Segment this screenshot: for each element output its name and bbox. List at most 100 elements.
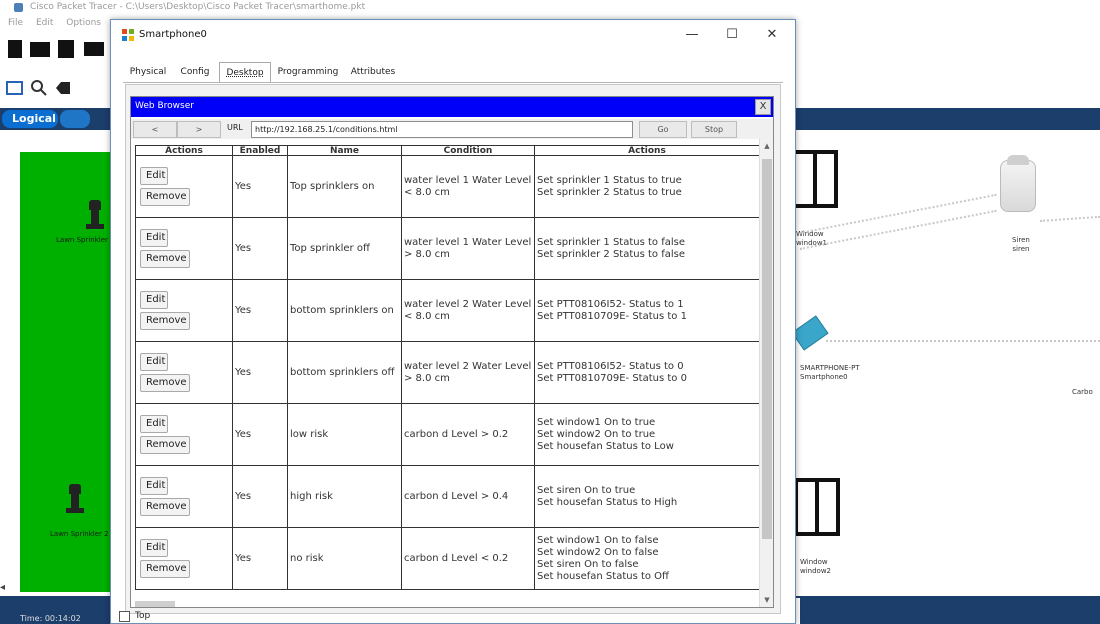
maximize-button[interactable]: ☐ <box>717 24 747 46</box>
browser-close-button[interactable]: X <box>755 99 771 115</box>
scroll-up-arrow[interactable]: ▲ <box>760 139 773 153</box>
actions-cell: Set PTT08106I52- Status to 1 Set PTT0810… <box>534 279 760 342</box>
remove-button[interactable]: Remove <box>140 498 190 516</box>
edit-button[interactable]: Edit <box>140 291 168 309</box>
remove-button[interactable]: Remove <box>140 188 190 206</box>
scroll-down-arrow[interactable]: ▼ <box>760 593 773 607</box>
top-checkbox[interactable] <box>119 611 130 622</box>
edit-toolbar <box>0 74 120 102</box>
vertical-scrollbar[interactable]: ▲ ▼ <box>759 139 773 607</box>
search-icon[interactable] <box>30 79 48 97</box>
actions-cell: Set window1 On to true Set window2 On to… <box>534 403 760 466</box>
open-folder-icon[interactable] <box>30 42 50 57</box>
smartphone-label: SMARTPHONE-PT Smartphone0 <box>800 364 860 381</box>
row-actions-cell: Edit Remove <box>135 217 233 280</box>
edit-button[interactable]: Edit <box>140 477 168 495</box>
window1-icon[interactable] <box>792 150 838 208</box>
name-cell: Top sprinkler off <box>287 217 402 280</box>
table-row: Edit Remove Yes bottom sprinklers on water l… <box>135 279 760 342</box>
edit-button[interactable]: Edit <box>140 539 168 557</box>
main-toolbar <box>0 34 120 72</box>
name-cell: high risk <box>287 465 402 528</box>
tab-desktop[interactable]: Desktop <box>219 62 271 82</box>
column-header: Actions <box>534 145 760 156</box>
save-icon[interactable] <box>58 40 74 58</box>
select-icon[interactable] <box>6 80 24 96</box>
table-row: Edit Remove Yes Top sprinklers on water leve… <box>135 155 760 218</box>
print-icon[interactable] <box>84 42 104 56</box>
lawn-sprinkler-2-label: Lawn Sprinkler 2 <box>50 530 109 538</box>
condition-cell: water level 2 Water Level < 8.0 cm <box>401 279 535 342</box>
condition-cell: carbon d Level > 0.2 <box>401 403 535 466</box>
name-cell: Top sprinklers on <box>287 155 402 218</box>
column-header: Enabled <box>232 145 288 156</box>
siren-icon[interactable] <box>1000 155 1036 212</box>
edit-button[interactable]: Edit <box>140 167 168 185</box>
url-input[interactable] <box>251 121 633 138</box>
window2-label: Window window2 <box>800 558 832 575</box>
remove-button[interactable]: Remove <box>140 374 190 392</box>
remove-button[interactable]: Remove <box>140 312 190 330</box>
remove-button[interactable]: Remove <box>140 560 190 578</box>
scroll-left-arrow[interactable]: ◂ <box>0 582 14 596</box>
packet-tracer-icon <box>14 3 23 12</box>
menu-edit[interactable]: Edit <box>36 18 53 28</box>
table-row: Edit Remove Yes Top sprinkler off water leve… <box>135 217 760 280</box>
siren-label: Siren siren <box>1012 236 1030 253</box>
stop-button[interactable]: Stop <box>691 121 737 138</box>
browser-content: Actions Enabled Name Condition Actions E… <box>131 139 773 607</box>
actions-cell: Set PTT08106I52- Status to 0 Set PTT0810… <box>534 341 760 404</box>
tab-config[interactable]: Config <box>173 62 217 82</box>
close-button[interactable]: ✕ <box>757 24 787 46</box>
row-actions-cell: Edit Remove <box>135 279 233 342</box>
menu-file[interactable]: File <box>8 18 23 28</box>
edit-button[interactable]: Edit <box>140 353 168 371</box>
table-row: Edit Remove Yes bottom sprinklers off water … <box>135 341 760 404</box>
logical-view-tab[interactable]: Logical <box>2 110 58 128</box>
browser-titlebar: Web Browser X <box>131 97 773 117</box>
remove-button[interactable]: Remove <box>140 436 190 454</box>
packet-tracer-icon <box>122 29 134 41</box>
menu-bar: File Edit Options <box>0 14 120 32</box>
new-file-icon[interactable] <box>8 40 22 58</box>
actions-cell: Set window1 On to false Set window2 On t… <box>534 527 760 590</box>
back-button[interactable]: < <box>133 121 177 138</box>
window-titlebar[interactable]: Smartphone0 — ☐ ✕ <box>111 20 795 50</box>
row-actions-cell: Edit Remove <box>135 341 233 404</box>
edit-button[interactable]: Edit <box>140 229 168 247</box>
lawn-sprinkler-icon[interactable] <box>86 200 104 230</box>
table-row: Edit Remove Yes high risk carbon d Level > 0… <box>135 465 760 528</box>
remove-button[interactable]: Remove <box>140 250 190 268</box>
web-browser: Web Browser X < > URL Go Stop Actions En… <box>130 96 774 608</box>
edit-button[interactable]: Edit <box>140 415 168 433</box>
window-title: Smartphone0 <box>139 29 207 40</box>
physical-view-tab[interactable] <box>60 110 90 128</box>
tab-physical[interactable]: Physical <box>123 62 173 82</box>
column-header: Actions <box>135 145 233 156</box>
name-cell: bottom sprinklers off <box>287 341 402 404</box>
wireless-link <box>826 340 1100 342</box>
go-button[interactable]: Go <box>639 121 687 138</box>
minimize-button[interactable]: — <box>677 24 707 46</box>
lawn-sprinkler-2-icon[interactable] <box>66 484 84 514</box>
conditions-table: Actions Enabled Name Condition Actions E… <box>135 145 760 590</box>
name-cell: low risk <box>287 403 402 466</box>
forward-button[interactable]: > <box>177 121 221 138</box>
app-titlebar: Cisco Packet Tracer - C:\Users\Desktop\C… <box>0 0 1100 14</box>
tab-attributes[interactable]: Attributes <box>345 62 401 82</box>
condition-cell: water level 1 Water Level < 8.0 cm <box>401 155 535 218</box>
table-header-row: Actions Enabled Name Condition Actions <box>135 145 760 156</box>
name-cell: bottom sprinklers on <box>287 279 402 342</box>
scroll-thumb[interactable] <box>762 159 772 539</box>
enabled-cell: Yes <box>232 527 288 590</box>
column-header: Name <box>287 145 402 156</box>
horizontal-scrollbar[interactable] <box>135 601 175 607</box>
name-cell: no risk <box>287 527 402 590</box>
enabled-cell: Yes <box>232 403 288 466</box>
tab-programming[interactable]: Programming <box>275 62 341 82</box>
menu-options[interactable]: Options <box>66 18 101 28</box>
enabled-cell: Yes <box>232 155 288 218</box>
window2-icon[interactable] <box>794 478 840 536</box>
delete-icon[interactable] <box>54 80 72 96</box>
actions-cell: Set sprinkler 1 Status to true Set sprin… <box>534 155 760 218</box>
